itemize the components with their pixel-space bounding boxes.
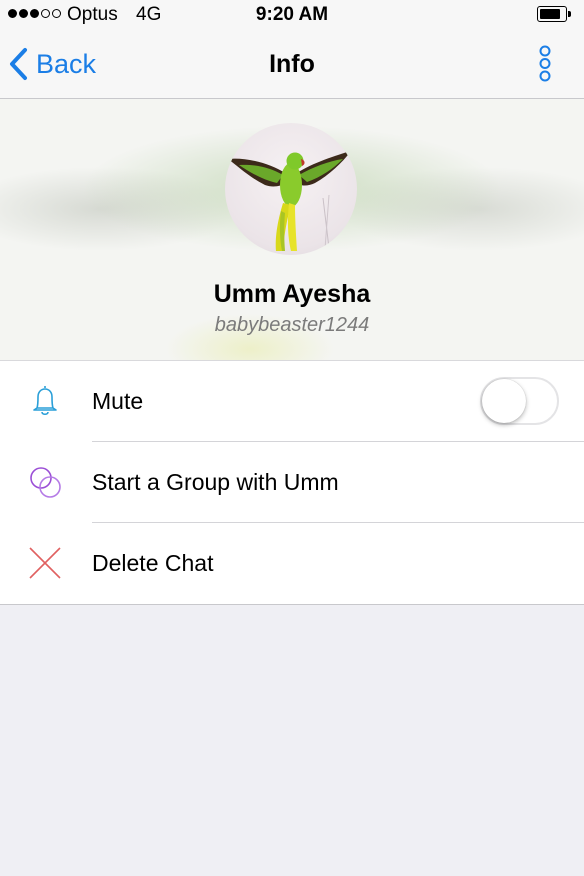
delete-chat-row[interactable]: Delete Chat bbox=[0, 523, 584, 604]
mute-toggle[interactable] bbox=[480, 377, 559, 425]
avatar[interactable] bbox=[225, 123, 357, 255]
mute-row: Mute bbox=[0, 361, 584, 442]
status-time: 9:20 AM bbox=[255, 4, 329, 25]
parrot-photo bbox=[228, 151, 351, 251]
page-title: Info bbox=[269, 50, 315, 78]
navigation-bar: Back Info bbox=[0, 30, 584, 99]
group-circles-icon bbox=[30, 467, 61, 498]
contact-name: Umm Ayesha bbox=[213, 280, 371, 308]
more-options-button[interactable] bbox=[532, 44, 558, 84]
start-group-label: Start a Group with Umm bbox=[92, 469, 339, 495]
battery-icon bbox=[537, 6, 571, 22]
delete-chat-label: Delete Chat bbox=[92, 550, 214, 576]
chat-options-list: Mute Start a Group with Umm Delete Chat bbox=[0, 361, 584, 605]
bell-icon bbox=[33, 386, 57, 416]
profile-header: Umm Ayesha babybeaster1244 bbox=[0, 99, 584, 361]
mute-label: Mute bbox=[92, 388, 144, 414]
status-bar: Optus 4G 9:20 AM bbox=[0, 0, 584, 30]
contact-username: babybeaster1244 bbox=[214, 314, 370, 336]
more-vertical-icon bbox=[539, 45, 551, 82]
start-group-row[interactable]: Start a Group with Umm bbox=[0, 442, 584, 523]
x-icon bbox=[29, 547, 61, 579]
toggle-knob bbox=[482, 379, 526, 423]
